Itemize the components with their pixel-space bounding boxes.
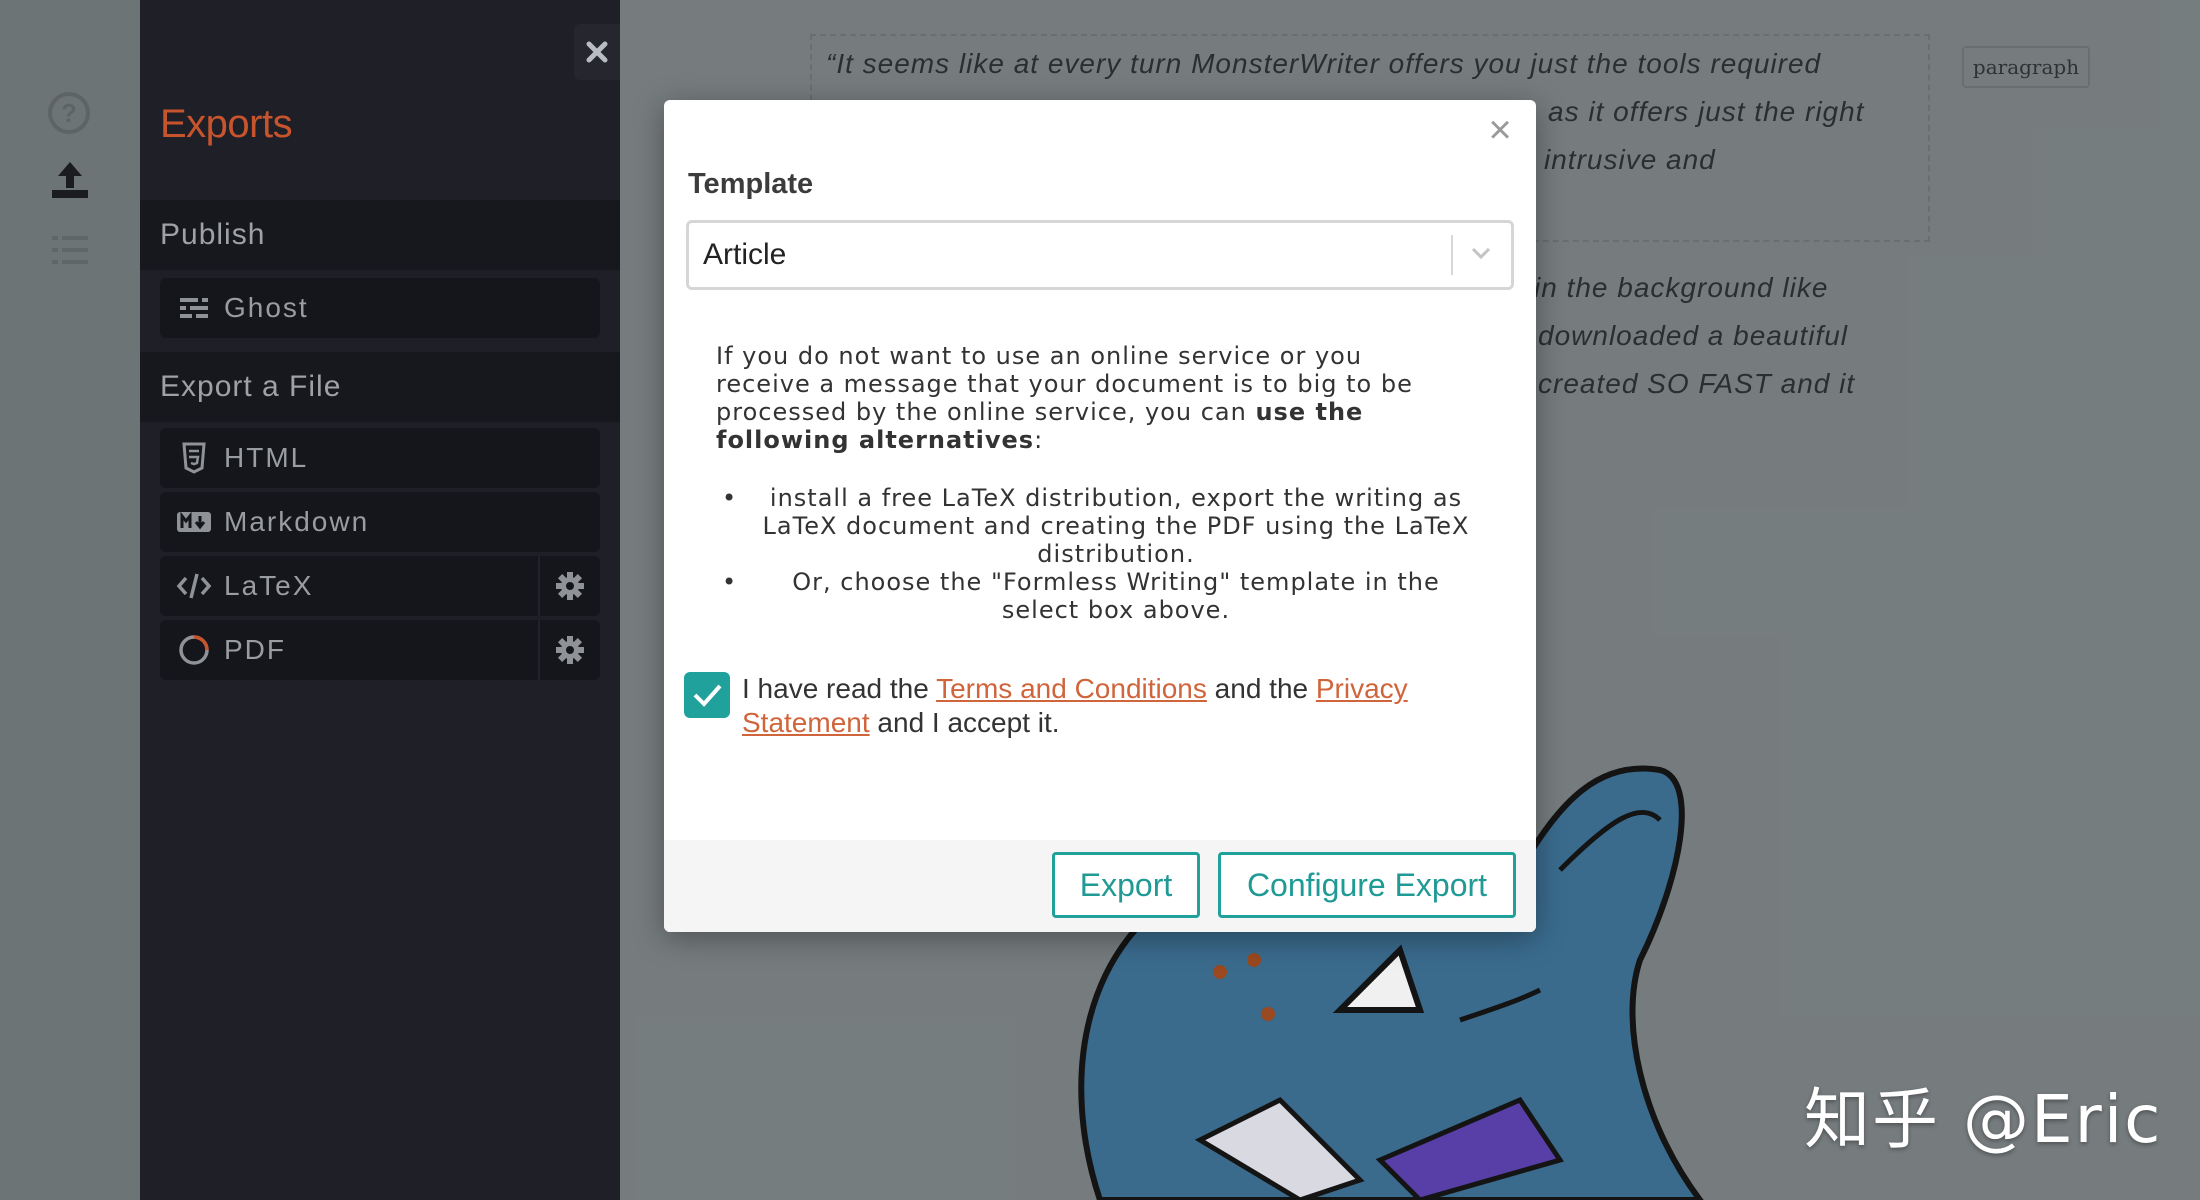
terms-text: and I accept it. <box>869 707 1060 738</box>
sidebar-title: Exports <box>160 102 293 146</box>
configure-export-button[interactable]: Configure Export <box>1218 852 1516 918</box>
ghost-icon <box>180 298 208 318</box>
sidebar-item-label: HTML <box>224 442 309 473</box>
accept-terms-checkbox[interactable] <box>684 672 730 718</box>
terms-statement: I have read the Terms and Conditions and… <box>742 672 1482 740</box>
close-icon <box>586 41 608 63</box>
html5-icon <box>182 442 206 474</box>
app-window: ? Exports Publish Ghost Export a File HT… <box>0 0 2200 1200</box>
chevron-down-icon <box>1471 247 1491 260</box>
gear-icon <box>556 636 584 664</box>
sidebar-item-label: Markdown <box>224 506 370 537</box>
dialog-footer: Export Configure Export <box>664 840 1536 932</box>
dialog-close-button[interactable]: × <box>1482 110 1518 150</box>
checkmark-icon <box>693 684 722 707</box>
sidebar-item-latex[interactable]: LaTeX <box>160 556 600 616</box>
sidebar-item-pdf[interactable]: PDF <box>160 620 600 680</box>
list-item-text: Or, choose the "Formless Writing" templa… <box>792 568 1440 624</box>
code-icon <box>176 573 212 599</box>
sidebar-item-label: LaTeX <box>224 570 314 601</box>
sidebar-item-label: PDF <box>224 634 286 665</box>
sidebar-item-markdown[interactable]: Markdown <box>160 492 600 552</box>
watermark: 知乎 @Eric <box>1804 1081 2163 1158</box>
info-text-end: : <box>1034 426 1044 454</box>
template-select-value: Article <box>703 238 787 271</box>
terms-link[interactable]: Terms and Conditions <box>936 673 1207 704</box>
template-label: Template <box>688 168 814 200</box>
terms-text: I have read the <box>742 673 937 704</box>
pdf-ring-icon <box>179 635 209 665</box>
alternatives-list: • install a free LaTeX distribution, expo… <box>716 484 1476 624</box>
markdown-icon <box>177 511 211 532</box>
close-sidebar-button[interactable] <box>574 24 620 80</box>
help-icon[interactable]: ? <box>48 92 90 134</box>
export-section-header: Export a File <box>140 352 620 422</box>
icon-rail: ? <box>0 0 140 1200</box>
sidebar-item-ghost[interactable]: Ghost <box>160 278 600 338</box>
export-dialog: × Template Article If you do not want to… <box>664 100 1536 932</box>
info-paragraph: If you do not want to use an online serv… <box>716 342 1456 454</box>
publish-section-header: Publish <box>140 200 620 270</box>
terms-text: and the <box>1206 673 1316 704</box>
bullet-dot: • <box>722 568 738 596</box>
export-button[interactable]: Export <box>1052 852 1200 918</box>
latex-settings-button[interactable] <box>538 556 600 616</box>
list-item-text: install a free LaTeX distribution, expor… <box>762 484 1470 568</box>
select-separator <box>1451 235 1453 275</box>
bullet-dot: • <box>722 484 738 512</box>
upload-icon[interactable] <box>48 158 92 202</box>
list-item: • Or, choose the "Formless Writing" templ… <box>716 568 1476 624</box>
list-icon[interactable] <box>48 228 92 272</box>
pdf-settings-button[interactable] <box>538 620 600 680</box>
sidebar-item-label: Ghost <box>224 292 309 323</box>
gear-icon <box>556 572 584 600</box>
template-select[interactable]: Article <box>686 220 1514 290</box>
sidebar-item-html[interactable]: HTML <box>160 428 600 488</box>
list-item: • install a free LaTeX distribution, expo… <box>716 484 1476 568</box>
